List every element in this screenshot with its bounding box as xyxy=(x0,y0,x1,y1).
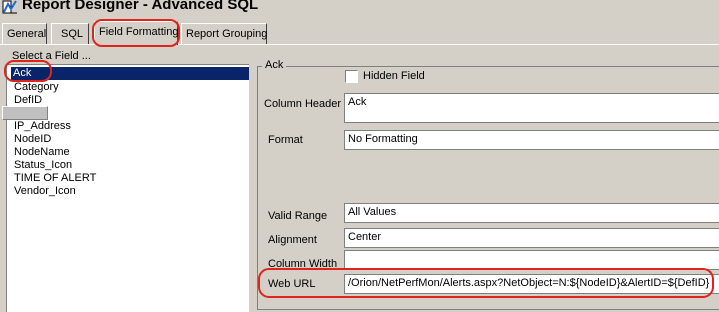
alignment-label: Alignment xyxy=(268,234,317,246)
tab-sql[interactable]: SQL xyxy=(51,23,89,44)
column-header-field[interactable]: Ack xyxy=(344,93,719,123)
tab-field-formatting[interactable]: Field Formatting xyxy=(94,21,178,45)
alignment-field[interactable]: Center xyxy=(344,228,719,248)
report-designer-icon xyxy=(2,0,17,14)
list-item-category[interactable]: Category xyxy=(12,81,61,94)
tab-general[interactable]: General xyxy=(2,23,47,44)
column-header-label: Column Header xyxy=(264,98,342,110)
column-width-field[interactable] xyxy=(344,250,719,270)
list-item-nodename[interactable]: NodeName xyxy=(12,146,72,159)
list-item-time-of-alert[interactable]: TIME OF ALERT xyxy=(12,172,98,185)
list-item-ack[interactable]: Ack xyxy=(11,67,249,80)
list-item-ip-address[interactable]: IP_Address xyxy=(12,120,73,133)
window-title: Report Designer - Advanced SQL xyxy=(22,0,259,13)
format-label: Format xyxy=(268,134,303,146)
web-url-label: Web URL xyxy=(268,278,316,290)
field-list-caption: Select a Field ... xyxy=(12,50,91,62)
web-url-field[interactable]: /Orion/NetPerfMon/Alerts.aspx?NetObject=… xyxy=(344,274,719,294)
title-bar: Report Designer - Advanced SQL xyxy=(0,0,719,20)
splitter[interactable] xyxy=(253,64,256,312)
valid-range-field[interactable]: All Values xyxy=(344,203,719,223)
hidden-field-label: Hidden Field xyxy=(363,70,425,82)
list-item-nodeid[interactable]: NodeID xyxy=(12,133,53,146)
group-title: Ack xyxy=(262,59,287,71)
list-item-status-icon[interactable]: Status_Icon xyxy=(12,159,74,172)
valid-range-label: Valid Range xyxy=(268,210,328,222)
hidden-field-checkbox[interactable] xyxy=(345,70,358,83)
column-width-label: Column Width xyxy=(268,258,338,270)
tab-report-grouping[interactable]: Report Grouping xyxy=(181,23,267,44)
format-field[interactable]: No Formatting xyxy=(344,130,719,150)
list-item-vendor-icon[interactable]: Vendor_Icon xyxy=(12,185,78,198)
field-listbox[interactable]: Ack Category DefID IP_Address NodeID Nod… xyxy=(6,64,249,312)
drag-indicator xyxy=(2,106,48,120)
